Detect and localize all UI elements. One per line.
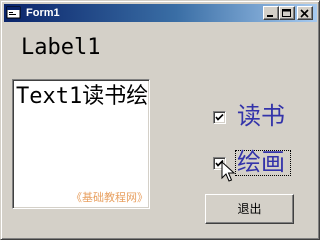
checkbox-reading-label[interactable]: 读书: [237, 102, 285, 130]
minimize-icon: [267, 15, 273, 17]
checkmark-icon: [215, 113, 224, 121]
form1-window: Form1 Label1 Text1读书绘 《基础教程网》 读书 绘画 退出: [0, 0, 320, 240]
exit-button[interactable]: 退出: [205, 194, 294, 224]
text1-textbox[interactable]: Text1读书绘 《基础教程网》: [12, 79, 150, 209]
mouse-pointer-icon: [221, 161, 235, 182]
window-title: Form1: [26, 7, 60, 19]
title-bar[interactable]: Form1: [4, 4, 317, 22]
label1: Label1: [21, 35, 101, 60]
close-button[interactable]: [297, 6, 313, 20]
minimize-button[interactable]: [263, 6, 279, 20]
close-icon: [300, 9, 309, 18]
checkbox-reading[interactable]: [213, 111, 226, 124]
text1-value: Text1读书绘: [16, 84, 149, 109]
app-icon[interactable]: [6, 5, 22, 21]
maximize-icon: [282, 9, 291, 17]
checkbox-painting-label[interactable]: 绘画: [237, 148, 285, 176]
maximize-button[interactable]: [279, 6, 295, 20]
watermark-text: 《基础教程网》: [71, 191, 148, 204]
